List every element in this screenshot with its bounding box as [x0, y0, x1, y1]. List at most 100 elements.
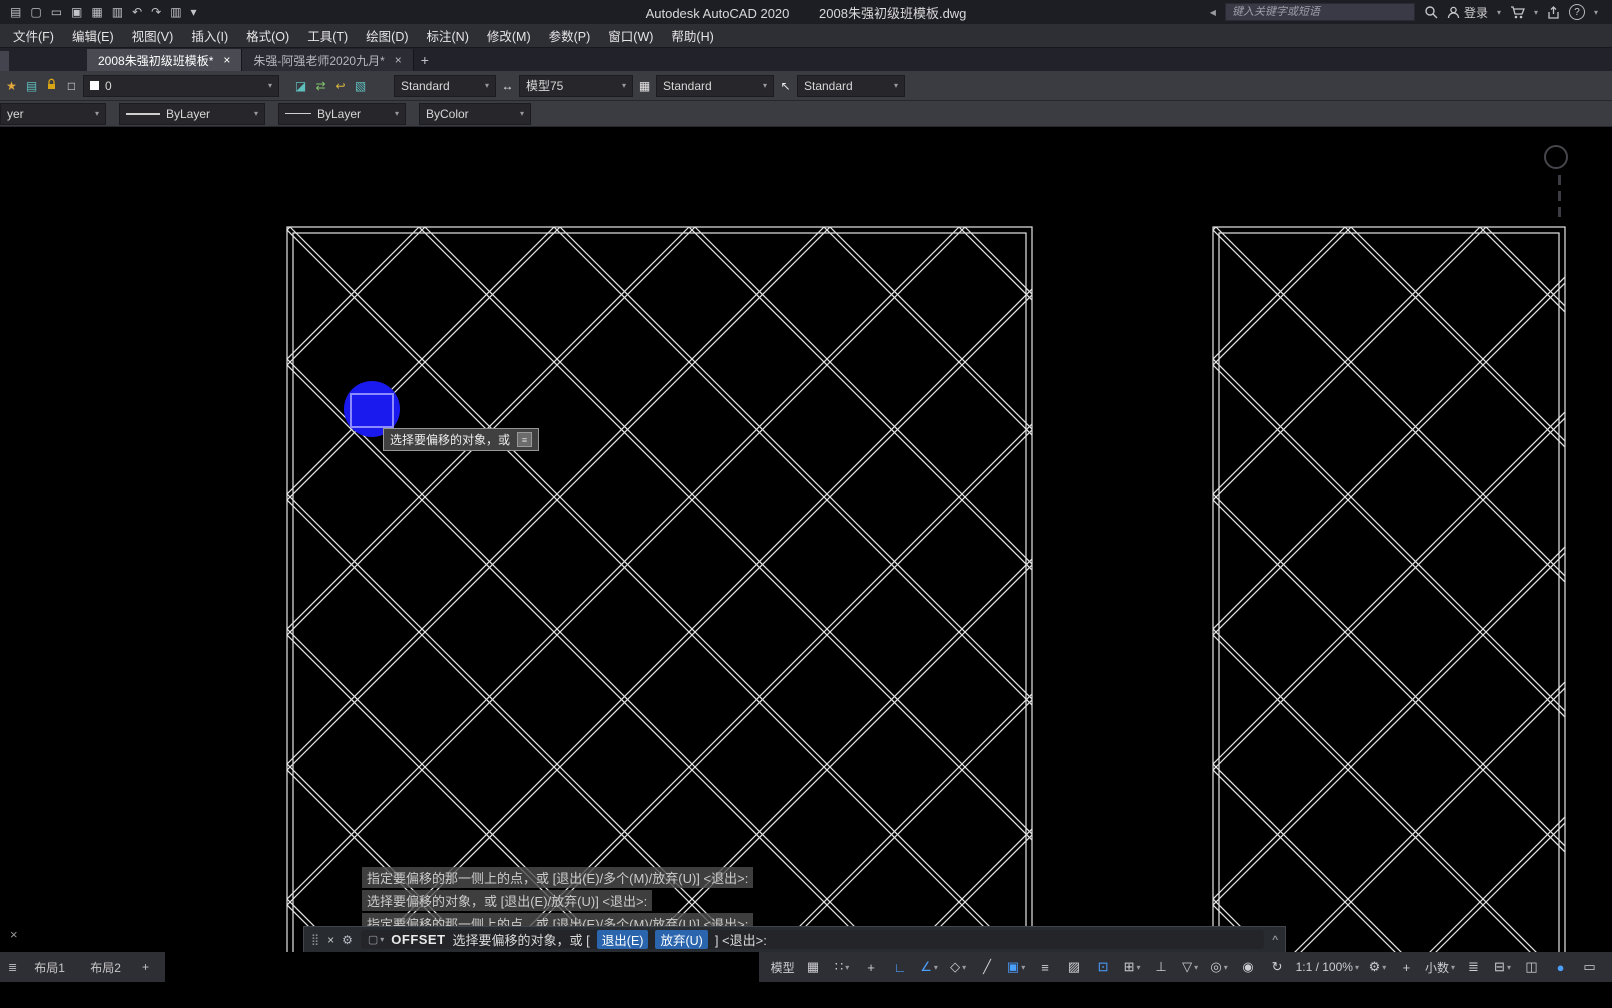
layer-lock-icon[interactable]	[43, 78, 60, 93]
menu-item[interactable]: 修改(M)	[478, 24, 540, 47]
help-icon[interactable]: ?	[1568, 4, 1585, 20]
workspace-switching-icon[interactable]: ⚙ ▾	[1363, 955, 1392, 979]
annotation-scale-button[interactable]: 1:1 / 100% ▾	[1292, 955, 1363, 979]
menu-item[interactable]: 插入(I)	[182, 24, 237, 47]
autoscale-icon[interactable]: ↻	[1263, 955, 1292, 979]
selection-filter-icon[interactable]: ▽ ▾	[1176, 955, 1205, 979]
redo-icon[interactable]: ↷	[151, 5, 161, 19]
close-tab-icon[interactable]: ×	[395, 53, 402, 67]
menu-item[interactable]: 绘图(D)	[357, 24, 417, 47]
drawing-canvas[interactable]: 选择要偏移的对象，或 ≡ 指定要偏移的那一侧上的点，或 [退出(E)/多个(M)…	[0, 127, 1612, 952]
object-color-select[interactable]: yer ▾	[0, 102, 106, 125]
option-undo-button[interactable]: 放弃(U)	[655, 930, 708, 949]
wrench-icon[interactable]: ⚙	[342, 933, 353, 947]
menu-item[interactable]: 标注(N)	[418, 24, 478, 47]
drag-handle-icon[interactable]: ⣿	[311, 933, 319, 946]
layer-list-icon[interactable]: ▤	[23, 79, 40, 93]
menu-item[interactable]: 格式(O)	[237, 24, 298, 47]
lineweight-select[interactable]: ByLayer ▾	[278, 102, 406, 125]
layer-states-icon[interactable]: ▧	[352, 79, 369, 93]
selection-cycling-icon[interactable]: ⊡	[1089, 955, 1118, 979]
annotation-monitor-icon[interactable]: +	[1392, 955, 1421, 979]
object-snap-tracking-icon[interactable]: ╱	[973, 955, 1002, 979]
close-command-window-icon[interactable]: ×	[327, 933, 334, 947]
command-options-icon[interactable]: ▢ ▾	[368, 933, 384, 946]
quick-properties-icon[interactable]: ≣	[1459, 955, 1488, 979]
file-tab[interactable]: 朱强-阿强老师2020九月* ×	[242, 49, 414, 71]
make-object-layer-current-icon[interactable]: ◪	[292, 79, 309, 93]
model-space-button[interactable]: 模型	[767, 955, 799, 979]
text-style-select[interactable]: Standard ▾	[394, 74, 496, 97]
new-tab-button[interactable]: +	[414, 49, 436, 71]
search-input[interactable]	[1224, 3, 1415, 21]
new-layout-button[interactable]: +	[134, 960, 157, 974]
layer-select[interactable]: 0 ▾	[83, 74, 279, 97]
navbar-compass-icon[interactable]	[1544, 145, 1568, 169]
layout-tab[interactable]: 布局1	[23, 958, 76, 978]
isolate-objects-icon[interactable]: ◫	[1517, 955, 1546, 979]
close-tab-icon[interactable]: ×	[223, 53, 230, 67]
file-tab[interactable]: 2008朱强初级班模板* ×	[87, 49, 243, 71]
layout-tab[interactable]: 布局2	[79, 958, 132, 978]
undo-icon[interactable]: ↶	[132, 5, 142, 19]
dynamic-ucs-icon[interactable]: ⊥	[1147, 955, 1176, 979]
dimension-style-icon[interactable]: ↔	[499, 79, 516, 93]
isometric-drafting-icon[interactable]: ◇ ▾	[944, 955, 973, 979]
graphics-performance-icon[interactable]: ●	[1546, 955, 1575, 979]
menu-item[interactable]: 参数(P)	[540, 24, 600, 47]
clean-screen-icon[interactable]: ▭	[1575, 955, 1604, 979]
save-as-icon[interactable]: ▦	[91, 5, 102, 19]
dynamic-input-icon[interactable]: +	[857, 955, 886, 979]
snap-mode-icon[interactable]: ∷ ▾	[828, 955, 857, 979]
units-button[interactable]: 小数 ▾	[1421, 955, 1459, 979]
sign-in-button[interactable]: 登录	[1447, 4, 1488, 21]
plot-icon[interactable]: ▥	[112, 5, 123, 19]
multileader-style-icon[interactable]: ↖	[777, 79, 794, 93]
open-icon[interactable]: ▭	[51, 5, 62, 19]
menu-item[interactable]: 窗口(W)	[599, 24, 662, 47]
print-icon[interactable]: ▥	[170, 5, 181, 19]
collapse-search-icon[interactable]: ◀	[1210, 8, 1216, 17]
menu-item[interactable]: 视图(V)	[123, 24, 183, 47]
object-snap-icon[interactable]: ▣ ▾	[1002, 955, 1031, 979]
cart-caret-icon[interactable]: ▾	[1534, 8, 1538, 17]
hidden-tab-sliver[interactable]	[0, 51, 9, 71]
dimension-style-select[interactable]: 模型75 ▾	[519, 74, 633, 97]
gizmo-icon[interactable]: ◎ ▾	[1205, 955, 1234, 979]
table-style-icon[interactable]: ▦	[636, 79, 653, 93]
option-exit-button[interactable]: 退出(E)	[596, 930, 649, 949]
grid-display-icon[interactable]: ▦	[799, 955, 828, 979]
command-line-bar[interactable]: ⣿ × ⚙ ▢ ▾ OFFSET 选择要偏移的对象，或 [ 退出(E) 放弃(U…	[303, 926, 1286, 952]
ortho-mode-icon[interactable]: ∟	[886, 955, 915, 979]
transparency-icon[interactable]: ▨	[1060, 955, 1089, 979]
layer-properties-icon[interactable]: ★	[3, 79, 20, 93]
layout-list-icon[interactable]: ≣	[8, 961, 17, 974]
app-menu-icon[interactable]: ▤	[10, 5, 21, 19]
annotation-visibility-icon[interactable]: ◉	[1234, 955, 1263, 979]
qat-customize-caret-icon[interactable]: ▾	[191, 5, 197, 19]
lineweight-icon[interactable]: ≡	[1031, 955, 1060, 979]
table-style-select[interactable]: Standard ▾	[656, 74, 774, 97]
qsave-icon[interactable]: ▣	[71, 5, 82, 19]
linetype-select[interactable]: ByLayer ▾	[119, 102, 265, 125]
match-layer-icon[interactable]: ⇄	[312, 79, 329, 93]
layer-color-icon[interactable]: □	[63, 79, 80, 93]
plot-style-select[interactable]: ByColor ▾	[419, 102, 531, 125]
multileader-style-select[interactable]: Standard ▾	[797, 74, 905, 97]
search-icon[interactable]	[1424, 5, 1438, 19]
help-caret-icon[interactable]: ▾	[1594, 8, 1598, 17]
layer-previous-icon[interactable]: ↩	[332, 79, 349, 93]
object-snap-3d-icon[interactable]: ⊞ ▾	[1118, 955, 1147, 979]
menu-item[interactable]: 编辑(E)	[63, 24, 123, 47]
recent-commands-icon[interactable]: ^	[1272, 933, 1278, 947]
menu-item[interactable]: 工具(T)	[298, 24, 357, 47]
polar-tracking-icon[interactable]: ∠ ▾	[915, 955, 944, 979]
share-icon[interactable]	[1547, 5, 1560, 19]
command-input-field[interactable]: ▢ ▾ OFFSET 选择要偏移的对象，或 [ 退出(E) 放弃(U) ] <退…	[360, 930, 1265, 949]
menu-item[interactable]: 帮助(H)	[662, 24, 722, 47]
menu-item[interactable]: 文件(F)	[4, 24, 63, 47]
sign-in-caret-icon[interactable]: ▾	[1497, 8, 1501, 17]
app-store-cart-icon[interactable]	[1510, 5, 1525, 19]
qnew-icon[interactable]: ▢	[30, 5, 41, 19]
lock-ui-icon[interactable]: ⊟ ▾	[1488, 955, 1517, 979]
